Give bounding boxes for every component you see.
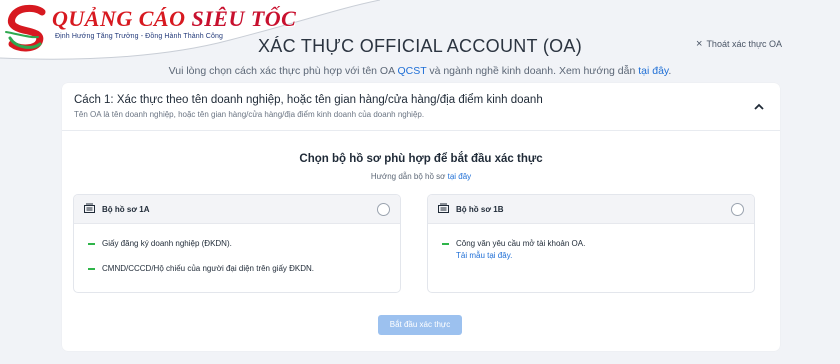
list-item-text: Giấy đăng ký doanh nghiệp (ĐKDN).: [102, 239, 232, 248]
card-title: Cách 1: Xác thực theo tên doanh nghiệp, …: [74, 94, 543, 106]
bullet-dash: [88, 243, 95, 245]
profile-guide: Hướng dẫn bộ hồ sơ tại đây: [62, 172, 780, 181]
bullet-dash: [442, 243, 449, 245]
start-verification-button[interactable]: Bắt đầu xác thực: [378, 315, 462, 335]
list-item-text: CMND/CCCD/Hộ chiếu của người đại diện tr…: [102, 264, 315, 273]
profile-option-header: Bộ hồ sơ 1B: [428, 195, 754, 224]
subtitle-text-before: Vui lòng chọn cách xác thực phù hợp với …: [168, 65, 398, 77]
list-item: Công văn yêu cầu mở tài khoản OA.: [442, 239, 586, 248]
exit-verification-button[interactable]: × Thoát xác thực OA: [696, 37, 782, 50]
subtitle-period: .: [668, 65, 672, 77]
profile-guide-text: Hướng dẫn bộ hồ sơ: [370, 172, 448, 181]
logo-title-part1: QUẢNG CÁO: [52, 6, 186, 31]
oa-name-link[interactable]: QCST: [397, 65, 426, 77]
chevron-up-icon[interactable]: [752, 99, 766, 113]
profile-option-1b[interactable]: Bộ hồ sơ 1B Công văn yêu cầu mở tài khoả…: [427, 194, 755, 293]
choose-profile-heading: Chọn bộ hồ sơ phù hợp để bắt đầu xác thự…: [299, 153, 543, 165]
list-item: Giấy đăng ký doanh nghiệp (ĐKDN).: [88, 239, 232, 248]
profile-1a-radio[interactable]: [377, 203, 390, 216]
profile-1b-radio[interactable]: [731, 203, 744, 216]
profile-option-1a[interactable]: Bộ hồ sơ 1A Giấy đăng ký doanh nghiệp (Đ…: [73, 194, 401, 293]
guide-link[interactable]: tại đây: [638, 65, 668, 77]
list-item: CMND/CCCD/Hộ chiếu của người đại diện tr…: [88, 264, 315, 273]
verification-method-card: Cách 1: Xác thực theo tên doanh nghiệp, …: [62, 83, 780, 351]
logo-title-part2: SIÊU TỐC: [191, 6, 297, 31]
card-description: Tên OA là tên doanh nghiệp, hoặc tên gia…: [74, 110, 425, 119]
document-stack-icon: [84, 203, 95, 213]
document-stack-icon: [438, 203, 449, 213]
close-icon: ×: [696, 37, 703, 50]
list-item-text: Công văn yêu cầu mở tài khoản OA.: [456, 239, 586, 248]
profile-option-label: Bộ hồ sơ 1B: [456, 205, 504, 214]
download-template-link[interactable]: Tải mẫu tại đây.: [456, 251, 512, 260]
card-header[interactable]: Cách 1: Xác thực theo tên doanh nghiệp, …: [62, 83, 780, 131]
exit-verification-label: Thoát xác thực OA: [706, 39, 782, 49]
profile-guide-link[interactable]: tại đây: [448, 172, 472, 181]
profile-option-header: Bộ hồ sơ 1A: [74, 195, 400, 224]
bullet-dash: [88, 268, 95, 270]
page-subtitle: Vui lòng chọn cách xác thực phù hợp với …: [0, 65, 840, 77]
logo-title: QUẢNG CÁO SIÊU TỐC: [52, 6, 296, 32]
profile-option-label: Bộ hồ sơ 1A: [102, 205, 150, 214]
subtitle-text-after: và ngành nghề kinh doanh. Xem hướng dẫn: [426, 65, 639, 77]
